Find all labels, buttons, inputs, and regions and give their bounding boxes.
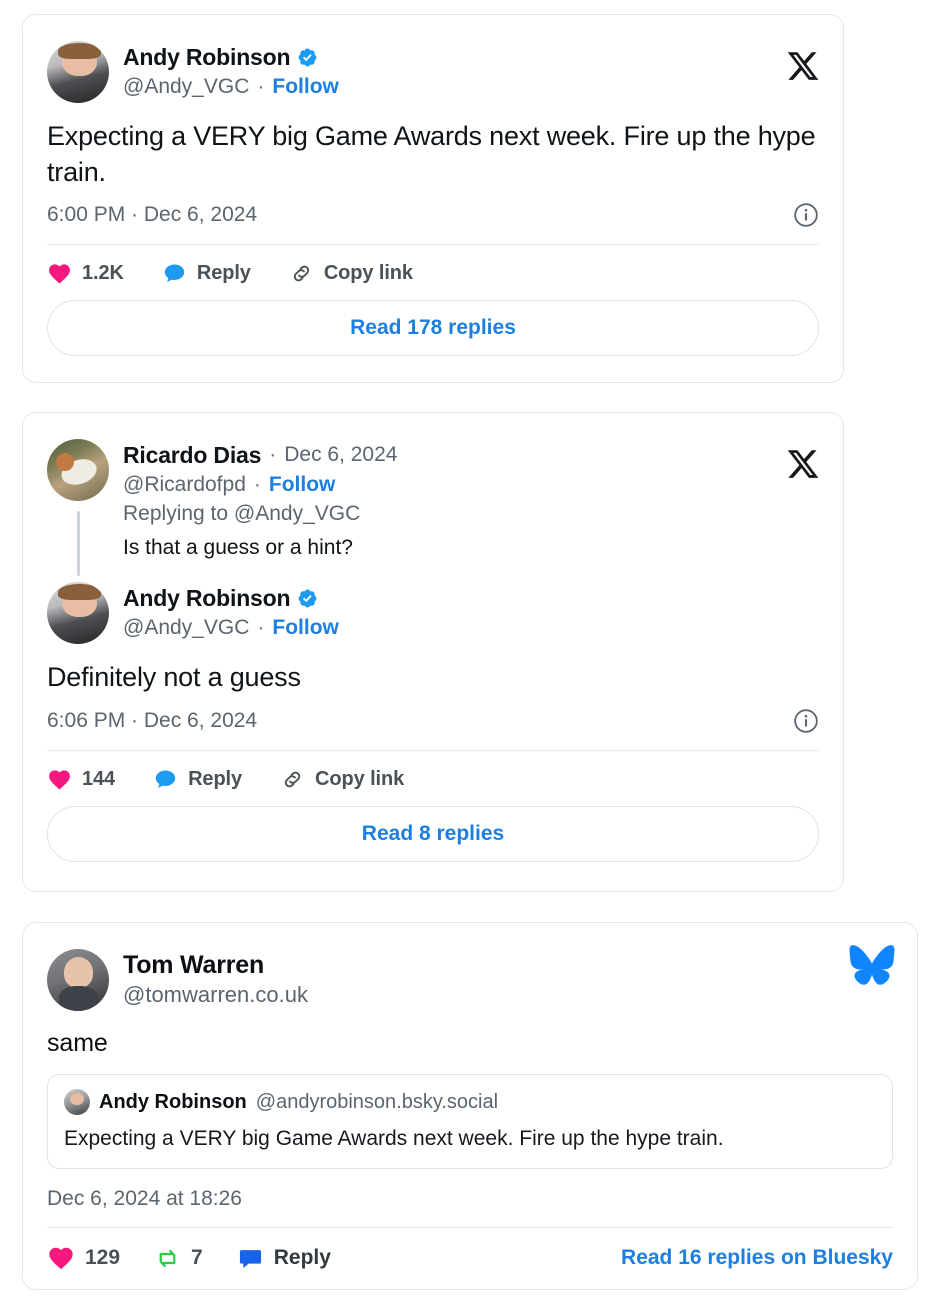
tweet-meta-row: 6:00 PM · Dec 6, 2024 xyxy=(47,202,819,228)
speech-bubble-icon xyxy=(162,261,187,286)
tweet-meta-row: 6:06 PM · Dec 6, 2024 xyxy=(47,708,819,734)
like-action[interactable]: 1.2K xyxy=(47,261,124,286)
tweet-1-content: Andy Robinson @Andy_VGC · Follow Expecti… xyxy=(23,15,843,357)
avatar[interactable] xyxy=(47,581,109,644)
tweet-body-text: Definitely not a guess xyxy=(47,661,301,692)
quoted-author-handle: @andyrobinson.bsky.social xyxy=(255,1090,499,1113)
info-icon[interactable] xyxy=(793,202,819,228)
author-display-name: Andy Robinson xyxy=(123,44,291,70)
copy-link-action[interactable]: Copy link xyxy=(289,261,413,286)
follow-link[interactable]: Follow xyxy=(272,614,339,641)
author-display-name: Andy Robinson xyxy=(123,584,291,611)
follow-link[interactable]: Follow xyxy=(272,73,339,100)
tweet-card-1: Andy Robinson @Andy_VGC · Follow Expecti… xyxy=(22,14,844,383)
bluesky-timestamp: Dec 6, 2024 at 18:26 xyxy=(47,1187,242,1211)
tweet-1-actions: 1.2K Reply Copy link xyxy=(47,245,819,300)
quoted-author-display-name: Andy Robinson xyxy=(99,1090,247,1113)
avatar[interactable] xyxy=(47,41,109,103)
repost-icon xyxy=(154,1245,181,1272)
avatar[interactable] xyxy=(64,1089,90,1115)
author-identity: Andy Robinson @Andy_VGC · Follow xyxy=(123,41,339,100)
repost-action[interactable]: 7 xyxy=(154,1245,203,1272)
heart-icon xyxy=(47,767,72,792)
reply-label: Reply xyxy=(188,767,243,790)
copy-link-label: Copy link xyxy=(315,767,405,790)
read-replies-link[interactable]: Read 16 replies on Bluesky xyxy=(621,1246,893,1270)
link-icon xyxy=(280,767,305,792)
quoted-post-header: Andy Robinson @andyrobinson.bsky.social xyxy=(64,1089,876,1115)
read-replies-button[interactable]: Read 178 replies xyxy=(47,300,819,357)
bluesky-butterfly-icon[interactable] xyxy=(849,945,895,985)
author-handle-line: @Andy_VGC · Follow xyxy=(123,73,339,100)
reply-author-handle: @Ricardofpd xyxy=(123,473,246,497)
tweet-2-content: Ricardo Dias · Dec 6, 2024 @Ricardofpd ·… xyxy=(23,413,843,862)
info-icon[interactable] xyxy=(793,708,819,734)
author-handle-line: @Andy_VGC · Follow xyxy=(123,614,339,641)
replying-to-label: Replying to @Andy_VGC xyxy=(123,502,361,526)
thread-parent: Ricardo Dias · Dec 6, 2024 @Ricardofpd ·… xyxy=(47,439,819,576)
author-name-line: Andy Robinson xyxy=(123,43,339,71)
reply-action[interactable]: Reply xyxy=(162,261,251,286)
reply-body-text: Is that a guess or a hint? xyxy=(123,535,353,559)
quoted-post-card[interactable]: Andy Robinson @andyrobinson.bsky.social … xyxy=(47,1074,893,1170)
reply-label: Reply xyxy=(196,262,251,285)
bluesky-post-card: Tom Warren @tomwarren.co.uk same Andy Ro… xyxy=(22,922,918,1290)
like-count: 1.2K xyxy=(82,262,124,285)
reply-action[interactable]: Reply xyxy=(237,1245,331,1272)
tweet-card-2: Ricardo Dias · Dec 6, 2024 @Ricardofpd ·… xyxy=(22,412,844,892)
bluesky-actions: 129 7 Reply Read 16 replies on Bluesky xyxy=(47,1228,893,1272)
reply-author-handle-line: @Ricardofpd · Follow xyxy=(123,471,397,498)
tweet-2-actions: 144 Reply Copy link xyxy=(47,751,819,806)
tweet-2-header: Andy Robinson @Andy_VGC · Follow xyxy=(47,581,819,644)
tweet-body-text: Expecting a VERY big Game Awards next we… xyxy=(47,121,816,187)
tweet-timestamp: 6:00 PM · Dec 6, 2024 xyxy=(47,203,258,227)
copy-link-label: Copy link xyxy=(323,262,413,285)
verified-badge-icon xyxy=(297,588,318,609)
separator: · xyxy=(253,473,261,497)
author-handle: @tomwarren.co.uk xyxy=(123,982,308,1007)
copy-link-action[interactable]: Copy link xyxy=(280,767,404,792)
speech-bubble-icon xyxy=(153,767,178,792)
like-action[interactable]: 129 xyxy=(47,1244,120,1272)
repost-count: 7 xyxy=(191,1246,203,1270)
reply-action[interactable]: Reply xyxy=(153,767,242,792)
author-handle: @Andy_VGC xyxy=(123,75,250,99)
read-replies-button[interactable]: Read 8 replies xyxy=(47,805,819,862)
bluesky-actions-left: 129 7 Reply xyxy=(47,1244,365,1272)
thread-connector-line xyxy=(77,511,80,576)
bluesky-author-identity: Tom Warren @tomwarren.co.uk xyxy=(123,949,308,1008)
like-count: 129 xyxy=(85,1246,121,1270)
separator: · xyxy=(257,616,265,640)
reply-author-identity: Ricardo Dias · Dec 6, 2024 @Ricardofpd ·… xyxy=(123,439,397,562)
tweet-timestamp: 6:06 PM · Dec 6, 2024 xyxy=(47,708,258,732)
bluesky-post-header: Tom Warren @tomwarren.co.uk xyxy=(47,949,893,1011)
author-name-line: Andy Robinson xyxy=(123,584,339,612)
verified-badge-icon xyxy=(297,47,318,68)
reply-author-header: Ricardo Dias · Dec 6, 2024 @Ricardofpd ·… xyxy=(47,439,819,562)
tweet-1-header: Andy Robinson @Andy_VGC · Follow xyxy=(47,41,819,103)
author-handle: @Andy_VGC xyxy=(123,616,250,640)
separator: · xyxy=(257,75,265,99)
link-icon xyxy=(289,261,314,286)
heart-icon xyxy=(47,261,72,286)
separator: · xyxy=(269,443,277,467)
follow-link[interactable]: Follow xyxy=(269,471,336,498)
like-count: 144 xyxy=(82,767,116,790)
bluesky-body-text: same xyxy=(47,1029,108,1057)
speech-bubble-icon xyxy=(237,1245,264,1272)
avatar[interactable] xyxy=(47,439,109,501)
like-action[interactable]: 144 xyxy=(47,767,115,792)
reply-author-name-line: Ricardo Dias · Dec 6, 2024 xyxy=(123,441,397,469)
author-identity: Andy Robinson @Andy_VGC · Follow xyxy=(123,582,339,641)
quoted-post-text: Expecting a VERY big Game Awards next we… xyxy=(64,1127,724,1150)
reply-date: Dec 6, 2024 xyxy=(284,443,398,467)
social-embed-page: Andy Robinson @Andy_VGC · Follow Expecti… xyxy=(0,0,936,1304)
heart-icon xyxy=(47,1244,75,1272)
author-display-name: Tom Warren xyxy=(123,951,265,979)
reply-label: Reply xyxy=(273,1246,331,1270)
reply-author-display-name: Ricardo Dias xyxy=(123,442,262,468)
x-logo[interactable] xyxy=(786,49,820,83)
avatar[interactable] xyxy=(47,949,109,1011)
